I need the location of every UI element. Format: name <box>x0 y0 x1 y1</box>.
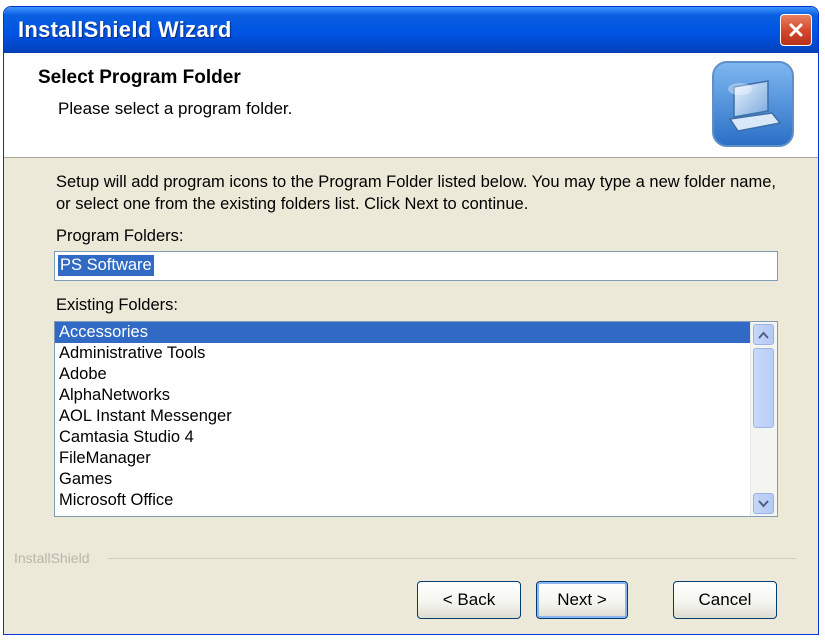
program-folder-input[interactable]: PS Software <box>54 251 778 281</box>
list-item[interactable]: AlphaNetworks <box>55 385 751 406</box>
list-item[interactable]: Games <box>55 469 751 490</box>
page-subtitle: Please select a program folder. <box>58 99 293 118</box>
existing-folders-label: Existing Folders: <box>56 296 178 314</box>
close-icon <box>789 23 803 37</box>
list-item[interactable]: Microsoft Office <box>55 490 751 511</box>
scroll-thumb[interactable] <box>753 348 774 428</box>
close-button[interactable] <box>780 14 812 46</box>
list-item[interactable]: Administrative Tools <box>55 343 751 364</box>
chevron-down-icon <box>758 499 769 507</box>
back-button[interactable]: < Back <box>417 581 521 619</box>
computer-install-icon <box>712 61 794 147</box>
page-title: Select Program Folder <box>38 67 241 88</box>
divider <box>108 558 796 559</box>
program-folder-value: PS Software <box>58 255 154 276</box>
existing-folders-list[interactable]: Accessories Administrative Tools Adobe Alph… <box>54 321 778 517</box>
list-scrollbar[interactable] <box>750 322 777 516</box>
brand-label: InstallShield <box>14 550 90 566</box>
window-title: InstallShield Wizard <box>18 17 232 42</box>
instructions-text: Setup will add program icons to the Prog… <box>56 173 776 213</box>
wizard-header: Select Program Folder Please select a pr… <box>4 53 818 158</box>
scroll-up-button[interactable] <box>753 324 774 345</box>
next-button[interactable]: Next > <box>536 581 628 619</box>
list-item[interactable]: Camtasia Studio 4 <box>55 427 751 448</box>
list-item[interactable]: Accessories <box>55 322 751 343</box>
cancel-button[interactable]: Cancel <box>673 581 777 619</box>
installshield-brand-line: InstallShield <box>4 550 796 566</box>
scroll-down-button[interactable] <box>753 493 774 514</box>
title-bar[interactable]: InstallShield Wizard <box>4 7 818 53</box>
folder-list-items: Accessories Administrative Tools Adobe Alph… <box>55 322 751 516</box>
installshield-window: InstallShield Wizard Select Program Fold… <box>3 6 819 635</box>
chevron-up-icon <box>758 331 769 339</box>
list-item[interactable]: FileManager <box>55 448 751 469</box>
list-item[interactable]: AOL Instant Messenger <box>55 406 751 427</box>
list-item[interactable]: Adobe <box>55 364 751 385</box>
program-folders-label: Program Folders: <box>56 227 184 245</box>
